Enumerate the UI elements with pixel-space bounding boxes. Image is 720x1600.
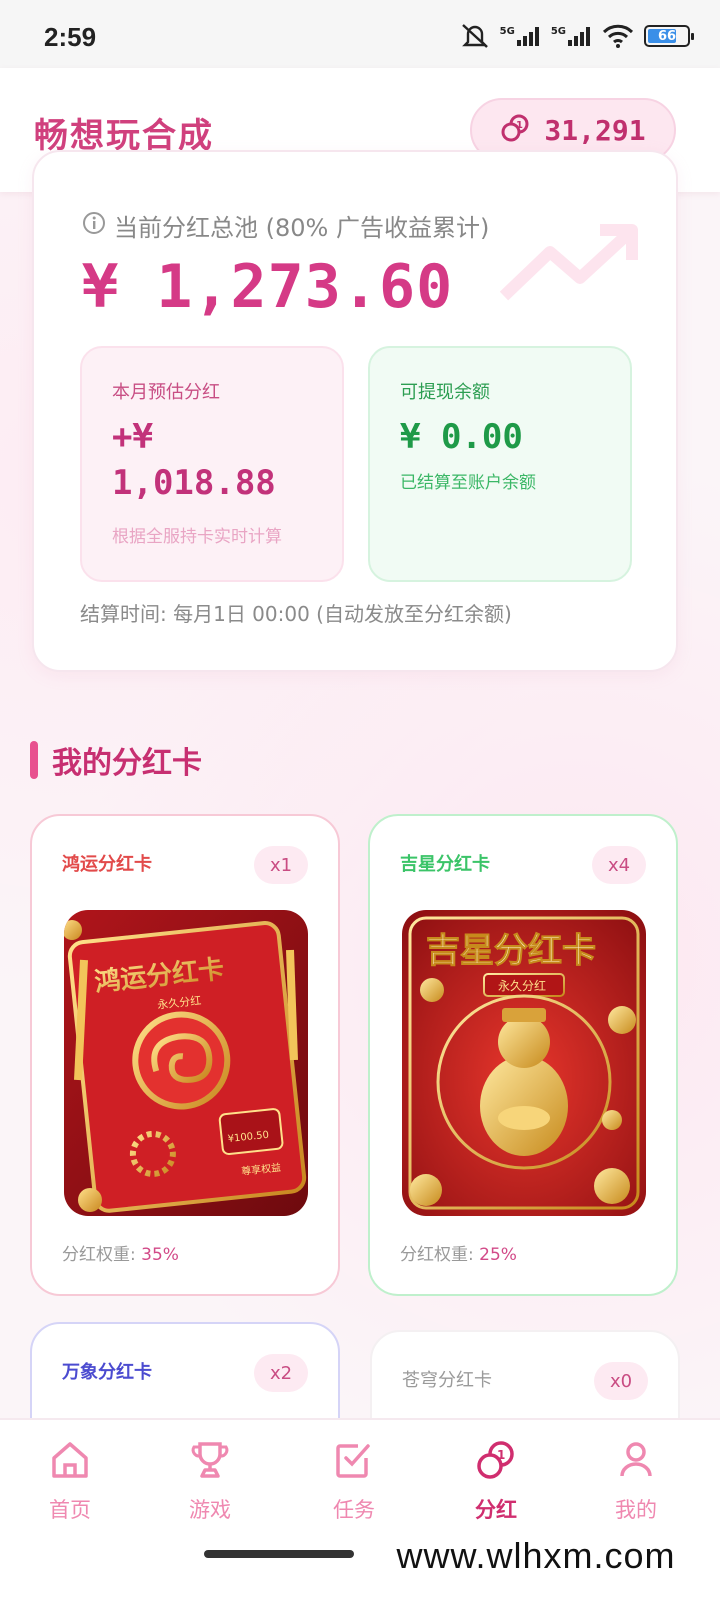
battery-icon: 66	[644, 25, 694, 47]
card-art-jixing: 吉星分红卡 永久分红	[402, 910, 646, 1216]
withdrawable-box[interactable]: 可提现余额 ¥ 0.00 已结算至账户余额	[368, 346, 632, 582]
withdrawable-note: 已结算至账户余额	[400, 473, 536, 493]
dividend-pool-card: 当前分红总池 (80% 广告收益累计) ¥ 1,273.60 本月预估分红 +¥…	[32, 150, 678, 672]
task-check-icon	[332, 1438, 376, 1486]
card-weight-value: 35%	[141, 1245, 179, 1265]
coin-count: 31,291	[544, 113, 646, 147]
card-name: 吉星分红卡	[400, 854, 490, 875]
nav-home[interactable]: 首页	[0, 1438, 140, 1524]
info-icon[interactable]	[82, 211, 106, 241]
card-count-badge: x2	[254, 1354, 308, 1392]
card-weight: 分红权重: 25%	[400, 1240, 517, 1265]
section-title: 我的分红卡	[30, 738, 202, 782]
signal-icon-2: 5G	[551, 26, 592, 46]
coins-icon: 1	[474, 1438, 518, 1486]
watermark: www.wlhxm.com	[366, 1526, 706, 1586]
nav-tasks-label: 任务	[333, 1498, 375, 1522]
card-count-badge: x1	[254, 846, 308, 884]
signal-label-1: 5G	[499, 26, 515, 37]
monthly-estimate-value: +¥ 1,018.88	[112, 414, 276, 506]
card-name: 万象分红卡	[62, 1362, 152, 1383]
card-weight-label: 分红权重:	[400, 1245, 474, 1265]
nav-dividend[interactable]: 1 分红	[426, 1438, 566, 1524]
monthly-estimate-label: 本月预估分红	[112, 382, 220, 403]
nav-dividend-label: 分红	[475, 1498, 517, 1522]
monthly-estimate-prefix: +¥	[112, 417, 153, 457]
card-weight-label: 分红权重:	[62, 1245, 136, 1265]
section-title-text: 我的分红卡	[52, 746, 202, 781]
section-accent-bar	[30, 741, 38, 779]
home-indicator[interactable]	[204, 1550, 354, 1558]
nav-profile-label: 我的	[615, 1498, 657, 1522]
pool-amount: ¥ 1,273.60	[82, 252, 454, 322]
withdrawable-label: 可提现余额	[400, 382, 490, 403]
dividend-card-hongyun[interactable]: 鸿运分红卡 x1 鸿运分红卡 永久分红 ¥100.50 尊享权益 分红权重: 3…	[30, 814, 340, 1296]
trend-up-icon	[499, 222, 640, 306]
pool-label-row: 当前分红总池 (80% 广告收益累计)	[82, 208, 489, 243]
card-art-hongyun: 鸿运分红卡 永久分红 ¥100.50 尊享权益	[64, 910, 308, 1216]
card-art-subtitle: 永久分红	[498, 978, 546, 993]
status-icons: 5G 5G 66	[460, 22, 694, 50]
wifi-icon	[602, 24, 634, 48]
nav-profile[interactable]: 我的	[566, 1438, 706, 1524]
card-count-badge: x4	[592, 846, 646, 884]
card-name: 鸿运分红卡	[62, 854, 152, 875]
monthly-estimate-amount: 1,018.88	[112, 463, 276, 503]
withdrawable-value: ¥ 0.00	[400, 417, 523, 457]
monthly-estimate-box: 本月预估分红 +¥ 1,018.88 根据全服持卡实时计算	[80, 346, 344, 582]
monthly-estimate-note: 根据全服持卡实时计算	[112, 527, 282, 547]
card-art-title: 吉星分红卡	[426, 931, 596, 971]
dividend-card-jixing[interactable]: 吉星分红卡 x4 吉星分红卡 永久分红 分红权重: 25%	[368, 814, 678, 1296]
mute-icon	[460, 22, 490, 50]
trophy-icon	[188, 1438, 232, 1486]
pool-label: 当前分红总池 (80% 广告收益累计)	[114, 214, 490, 242]
card-name: 苍穹分红卡	[402, 1370, 492, 1391]
nav-games[interactable]: 游戏	[140, 1438, 280, 1524]
nav-home-label: 首页	[49, 1498, 91, 1522]
signal-label-2: 5G	[550, 26, 566, 37]
home-icon	[48, 1438, 92, 1486]
user-icon	[614, 1438, 658, 1486]
signal-icon-1: 5G	[500, 26, 541, 46]
status-time: 2:59	[44, 22, 97, 52]
coins-icon: 1	[500, 113, 530, 147]
card-count-badge: x0	[594, 1362, 648, 1400]
settle-time-note: 结算时间: 每月1日 00:00 (自动发放至分红余额)	[80, 602, 512, 626]
nav-tasks[interactable]: 任务	[284, 1438, 424, 1524]
nav-games-label: 游戏	[189, 1498, 231, 1522]
card-weight-value: 25%	[479, 1245, 517, 1265]
card-weight: 分红权重: 35%	[62, 1240, 179, 1265]
battery-level: 66	[657, 28, 677, 44]
status-bar: 2:59 5G 5G 66	[0, 0, 720, 70]
